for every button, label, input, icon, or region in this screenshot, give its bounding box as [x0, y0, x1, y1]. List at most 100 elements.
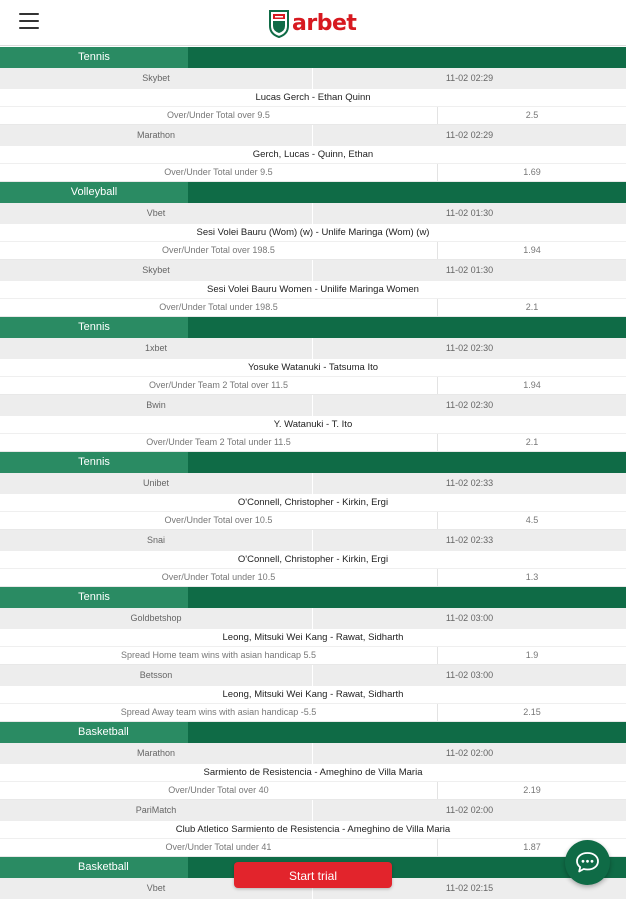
match-name[interactable]: Lucas Gerch - Ethan Quinn — [0, 89, 626, 107]
match-name[interactable]: Yosuke Watanuki - Tatsuma Ito — [0, 359, 626, 377]
bookmaker-row: 1xbet 11-02 02:30 — [0, 338, 626, 359]
bookmaker-row: Skybet 11-02 01:30 — [0, 260, 626, 281]
odds-value[interactable]: 2.5 — [438, 107, 626, 124]
market-label: Spread Home team wins with asian handica… — [0, 647, 438, 664]
bookmaker-row: Skybet 11-02 02:29 — [0, 68, 626, 89]
odds-value[interactable]: 2.19 — [438, 782, 626, 799]
market-row[interactable]: Spread Home team wins with asian handica… — [0, 647, 626, 665]
bookmaker-name[interactable]: Marathon — [0, 125, 313, 146]
match-name[interactable]: Sesi Volei Bauru (Wom) (w) - Unlife Mari… — [0, 224, 626, 242]
bookmaker-name[interactable]: PariMatch — [0, 800, 313, 821]
event-time: 11-02 02:30 — [445, 400, 494, 410]
market-label: Over/Under Total over 9.5 — [0, 107, 438, 124]
bookmaker-row: Marathon 11-02 02:00 — [0, 743, 626, 764]
market-label: Over/Under Team 2 Total over 11.5 — [0, 377, 438, 394]
sport-header[interactable]: Tennis — [0, 587, 626, 608]
bookmaker-name[interactable]: Skybet — [0, 68, 313, 89]
odds-value[interactable]: 1.69 — [438, 164, 626, 181]
sport-header[interactable]: Tennis — [0, 452, 626, 473]
odds-value[interactable]: 1.9 — [438, 647, 626, 664]
match-name[interactable]: Sesi Volei Bauru Women - Unilife Maringa… — [0, 281, 626, 299]
match-name[interactable]: Sarmiento de Resistencia - Ameghino de V… — [0, 764, 626, 782]
shield-logo-icon — [269, 10, 289, 38]
sport-header[interactable]: Basketball — [0, 722, 626, 743]
market-label: Over/Under Total under 198.5 — [0, 299, 438, 316]
odds-value[interactable]: 4.5 — [438, 512, 626, 529]
top-bar: arbet — [0, 0, 626, 46]
market-row[interactable]: Over/Under Total over 198.5 1.94 — [0, 242, 626, 260]
start-trial-button[interactable]: Start trial — [234, 862, 392, 888]
market-label: Over/Under Total under 41 — [0, 839, 438, 856]
hamburger-icon[interactable] — [19, 13, 39, 29]
odds-value[interactable]: 2.1 — [438, 434, 626, 451]
sport-label: Tennis — [0, 317, 188, 338]
market-row[interactable]: Over/Under Total under 9.5 1.69 — [0, 164, 626, 182]
event-time: 11-02 02:29 — [445, 73, 494, 83]
market-row[interactable]: Over/Under Total over 10.5 4.5 — [0, 512, 626, 530]
event-time: 11-02 02:00 — [445, 805, 494, 815]
match-name[interactable]: O'Connell, Christopher - Kirkin, Ergi — [0, 551, 626, 569]
match-name[interactable]: Leong, Mitsuki Wei Kang - Rawat, Sidhart… — [0, 629, 626, 647]
bookmaker-name[interactable]: Unibet — [0, 473, 313, 494]
sport-header[interactable]: Tennis — [0, 47, 626, 68]
chat-button[interactable] — [565, 840, 610, 885]
bookmaker-name[interactable]: Bwin — [0, 395, 313, 416]
match-name[interactable]: Club Atletico Sarmiento de Resistencia -… — [0, 821, 626, 839]
odds-value[interactable]: 2.1 — [438, 299, 626, 316]
bookmaker-name[interactable]: Goldbetshop — [0, 608, 313, 629]
bookmaker-name[interactable]: Vbet — [0, 203, 313, 224]
market-label: Over/Under Total under 9.5 — [0, 164, 438, 181]
bookmaker-name[interactable]: Marathon — [0, 743, 313, 764]
bookmaker-row: Marathon 11-02 02:29 — [0, 125, 626, 146]
bookmaker-row: Unibet 11-02 02:33 — [0, 473, 626, 494]
sport-label: Volleyball — [0, 182, 188, 203]
event-time: 11-02 03:00 — [445, 613, 494, 623]
bookmaker-name[interactable]: Skybet — [0, 260, 313, 281]
odds-value[interactable]: 1.3 — [438, 569, 626, 586]
bets-feed: Tennis Skybet 11-02 02:29 Lucas Gerch - Eth… — [0, 47, 626, 899]
market-label: Over/Under Total over 10.5 — [0, 512, 438, 529]
event-time: 11-02 03:00 — [445, 670, 494, 680]
bookmaker-row: Snai 11-02 02:33 — [0, 530, 626, 551]
logo[interactable]: arbet — [268, 6, 357, 40]
event-time: 11-02 02:33 — [445, 535, 494, 545]
match-name[interactable]: O'Connell, Christopher - Kirkin, Ergi — [0, 494, 626, 512]
odds-value[interactable]: 1.94 — [438, 377, 626, 394]
event-time: 11-02 02:30 — [445, 343, 494, 353]
market-row[interactable]: Over/Under Team 2 Total under 11.5 2.1 — [0, 434, 626, 452]
market-row[interactable]: Over/Under Team 2 Total over 11.5 1.94 — [0, 377, 626, 395]
event-time: 11-02 01:30 — [445, 208, 494, 218]
bookmaker-row: Bwin 11-02 02:30 — [0, 395, 626, 416]
bookmaker-name[interactable]: 1xbet — [0, 338, 313, 359]
bookmaker-name[interactable]: Betsson — [0, 665, 313, 686]
bookmaker-name[interactable]: Snai — [0, 530, 313, 551]
event-time: 11-02 02:29 — [445, 130, 494, 140]
market-label: Over/Under Total under 10.5 — [0, 569, 438, 586]
market-row[interactable]: Spread Away team wins with asian handica… — [0, 704, 626, 722]
match-name[interactable]: Gerch, Lucas - Quinn, Ethan — [0, 146, 626, 164]
event-time: 11-02 02:33 — [445, 478, 494, 488]
sport-label: Tennis — [0, 47, 188, 68]
bookmaker-row: Betsson 11-02 03:00 — [0, 665, 626, 686]
market-row[interactable]: Over/Under Total over 9.5 2.5 — [0, 107, 626, 125]
market-row[interactable]: Over/Under Total under 41 1.87 — [0, 839, 626, 857]
market-row[interactable]: Over/Under Total over 40 2.19 — [0, 782, 626, 800]
market-label: Over/Under Total over 40 — [0, 782, 438, 799]
match-name[interactable]: Leong, Mitsuki Wei Kang - Rawat, Sidhart… — [0, 686, 626, 704]
sport-label: Tennis — [0, 587, 188, 608]
odds-value[interactable]: 2.15 — [438, 704, 626, 721]
sport-label: Tennis — [0, 452, 188, 473]
odds-value[interactable]: 1.94 — [438, 242, 626, 259]
bookmaker-row: Vbet 11-02 01:30 — [0, 203, 626, 224]
logo-text: arbet — [292, 10, 357, 36]
market-label: Over/Under Total over 198.5 — [0, 242, 438, 259]
event-time: 11-02 02:00 — [445, 748, 494, 758]
sport-header[interactable]: Volleyball — [0, 182, 626, 203]
sport-header[interactable]: Tennis — [0, 317, 626, 338]
event-time: 11-02 01:30 — [445, 265, 494, 275]
market-row[interactable]: Over/Under Total under 198.5 2.1 — [0, 299, 626, 317]
market-row[interactable]: Over/Under Total under 10.5 1.3 — [0, 569, 626, 587]
market-label: Over/Under Team 2 Total under 11.5 — [0, 434, 438, 451]
match-name[interactable]: Y. Watanuki - T. Ito — [0, 416, 626, 434]
sport-label: Basketball — [0, 722, 188, 743]
